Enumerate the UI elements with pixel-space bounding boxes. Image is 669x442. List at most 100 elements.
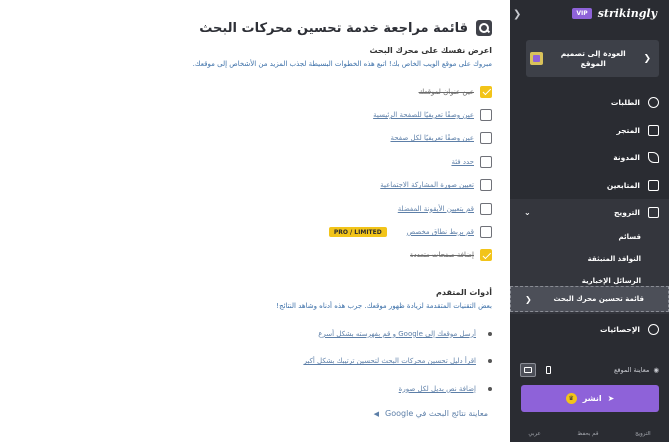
device-toggle xyxy=(520,363,556,377)
promotion-section: الترويج ⌄ قسائم النوافذ المنبثقة الرسائل… xyxy=(510,199,669,314)
megaphone-icon xyxy=(648,207,659,218)
site-preview-row: ◉ معاينة الموقع xyxy=(510,361,669,379)
alt-text-link[interactable]: إضافة نص بديل لكل صورة xyxy=(399,385,476,393)
sidebar-item-label: المتجر xyxy=(616,125,640,135)
sidebar-nav: الطلبات المتجر المدونة المتابعين xyxy=(510,89,669,199)
checklist-item-home-description[interactable]: عين وصفًا تعريفيًا للصفحة الرئيسية xyxy=(162,103,492,126)
back-button-label: العودة إلى تصميم الموقع xyxy=(560,49,626,68)
checkbox[interactable] xyxy=(480,155,492,168)
sidebar-item-blog[interactable]: المدونة xyxy=(510,144,669,172)
mobile-icon xyxy=(545,366,551,374)
checkbox-checked[interactable] xyxy=(480,249,492,262)
site-preview-label: معاينة الموقع xyxy=(613,366,650,374)
section-subtitle: اعرض نفسك على محرك البحث xyxy=(369,46,492,55)
checklist-label[interactable]: قم بتعيين الأيقونة المفضلة xyxy=(398,205,474,213)
bullet-icon xyxy=(488,331,492,336)
checklist-label[interactable]: عين وصفًا تعريفيًا لكل صفحة xyxy=(391,134,475,142)
sidebar-item-label: المدونة xyxy=(613,153,640,163)
eye-icon: ◉ xyxy=(653,366,659,374)
sidebar-subitem-popups[interactable]: النوافذ المنبثقة xyxy=(510,248,669,270)
back-to-site-design-button[interactable]: ❮ العودة إلى تصميم الموقع xyxy=(526,40,659,77)
checklist-label[interactable]: قم بربط نطاق مخصص xyxy=(407,228,474,236)
bullet-icon xyxy=(488,386,492,391)
sidebar-item-label: المتابعين xyxy=(606,180,640,190)
list-item: أرسل موقعك إلى Google و قم بفهرسته بشكل … xyxy=(172,320,492,348)
checkbox-checked[interactable] xyxy=(480,85,492,98)
footer-save-link[interactable]: قم بحفظ xyxy=(577,431,598,437)
checklist-label[interactable]: إضافة صفحات متعددة xyxy=(410,251,474,259)
search-icon xyxy=(476,20,492,36)
list-item: اقرأ دليل تحسين محركات البحث لتحسين ترتي… xyxy=(172,348,492,376)
checklist-item-site-title[interactable]: عين عنوان لموقعك xyxy=(162,80,492,103)
checklist-item-custom-domain[interactable]: قم بربط نطاق مخصص PRO / LIMITED xyxy=(162,220,492,243)
checkbox[interactable] xyxy=(480,226,492,239)
sidebar-stats: الإحصائيات xyxy=(510,316,669,344)
checkbox[interactable] xyxy=(480,132,492,145)
page-title-row: قائمة مراجعة خدمة تحسين محركات البحث xyxy=(199,20,492,36)
collapse-sidebar-icon[interactable]: ❯ xyxy=(513,9,521,20)
chevron-left-icon: ◀ xyxy=(373,409,380,418)
dollar-circle-icon xyxy=(648,97,659,109)
google-preview-label[interactable]: معاينة نتائج البحث في Google xyxy=(385,409,488,418)
clock-icon xyxy=(648,324,659,336)
sidebar-item-followers[interactable]: المتابعين xyxy=(510,172,669,200)
sidebar-footer: الترويج قم بحفظ عربي xyxy=(510,426,669,442)
editor-sidebar: ❯ VIP strikingly ❮ العودة إلى تصميم المو… xyxy=(510,0,669,442)
crown-icon: ♛ xyxy=(565,393,577,404)
pen-icon xyxy=(648,152,659,164)
seo-checklist: عين عنوان لموقعك عين وصفًا تعريفيًا للصف… xyxy=(162,80,492,267)
mobile-view-button[interactable] xyxy=(540,363,556,377)
site-design-icon xyxy=(530,52,543,65)
checklist-item-social-image[interactable]: تعيين صورة المشاركة الاجتماعية xyxy=(162,174,492,197)
sidebar-item-label: الإحصائيات xyxy=(600,325,640,335)
desktop-icon xyxy=(524,367,532,373)
arrow-right-icon: ❮ xyxy=(643,53,651,64)
bullet-icon xyxy=(488,359,492,364)
sidebar-item-promotion[interactable]: الترويج ⌄ xyxy=(510,199,669,226)
strikingly-logo: strikingly xyxy=(597,7,657,20)
sidebar-subitem-coupons[interactable]: قسائم xyxy=(510,226,669,248)
page-title: قائمة مراجعة خدمة تحسين محركات البحث xyxy=(199,20,468,36)
checklist-item-page-descriptions[interactable]: عين وصفًا تعريفيًا لكل صفحة xyxy=(162,127,492,150)
vip-badge: VIP xyxy=(572,8,592,19)
checklist-item-category[interactable]: حدد فئة xyxy=(162,150,492,173)
pro-limited-badge: PRO / LIMITED xyxy=(328,227,387,238)
list-item: إضافة نص بديل لكل صورة xyxy=(172,375,492,403)
footer-language-link[interactable]: عربي xyxy=(528,431,540,437)
submit-to-google-link[interactable]: أرسل موقعك إلى Google و قم بفهرسته بشكل … xyxy=(318,330,476,338)
sidebar-item-statistics[interactable]: الإحصائيات xyxy=(510,316,669,344)
checkbox[interactable] xyxy=(480,202,492,215)
google-preview-link[interactable]: معاينة نتائج البحث في Google ◀ xyxy=(374,409,488,418)
sidebar-item-store[interactable]: المتجر xyxy=(510,117,669,145)
checklist-label[interactable]: تعيين صورة المشاركة الاجتماعية xyxy=(380,181,474,189)
publish-button[interactable]: ➤ انشر ♛ xyxy=(521,385,659,412)
publish-label: انشر xyxy=(582,394,602,403)
seo-checklist-panel: قائمة مراجعة خدمة تحسين محركات البحث اعر… xyxy=(0,0,510,442)
sidebar-item-orders[interactable]: الطلبات xyxy=(510,89,669,117)
rocket-icon: ➤ xyxy=(607,394,615,403)
sidebar-subitem-seo-checklist[interactable]: قائمة تحسين محرك البحث ❮ xyxy=(510,286,669,312)
checklist-label[interactable]: عين عنوان لموقعك xyxy=(419,88,474,96)
checklist-item-favicon[interactable]: قم بتعيين الأيقونة المفضلة xyxy=(162,197,492,220)
intro-text: مبروك على موقع الويب الخاص بك! اتبع هذه … xyxy=(192,60,492,68)
sidebar-item-label: الطلبات xyxy=(610,98,640,108)
active-item-label: قائمة تحسين محرك البحث xyxy=(553,294,644,303)
seo-guide-link[interactable]: اقرأ دليل تحسين محركات البحث لتحسين ترتي… xyxy=(304,357,476,365)
advanced-tools-list: أرسل موقعك إلى Google و قم بفهرسته بشكل … xyxy=(172,320,492,403)
checklist-item-multiple-pages[interactable]: إضافة صفحات متعددة xyxy=(162,244,492,267)
chevron-down-icon: ⌄ xyxy=(524,208,531,217)
chevron-left-icon: ❮ xyxy=(525,295,532,304)
site-preview-link[interactable]: ◉ معاينة الموقع xyxy=(614,366,659,374)
checkbox[interactable] xyxy=(480,109,492,122)
checklist-label[interactable]: حدد فئة xyxy=(451,158,474,166)
section-label: الترويج xyxy=(614,208,640,217)
footer-promotion-link[interactable]: الترويج xyxy=(635,431,651,437)
store-icon xyxy=(648,124,659,136)
checklist-label[interactable]: عين وصفًا تعريفيًا للصفحة الرئيسية xyxy=(373,111,474,119)
checkbox[interactable] xyxy=(480,179,492,192)
users-icon xyxy=(648,179,659,191)
advanced-tools-description: بعض التقنيات المتقدمة لزيادة ظهور موقعك.… xyxy=(276,302,492,310)
advanced-tools-title: أدوات المتقدم xyxy=(435,288,492,297)
desktop-view-button[interactable] xyxy=(520,363,536,377)
brand-logo: VIP strikingly xyxy=(572,7,657,20)
